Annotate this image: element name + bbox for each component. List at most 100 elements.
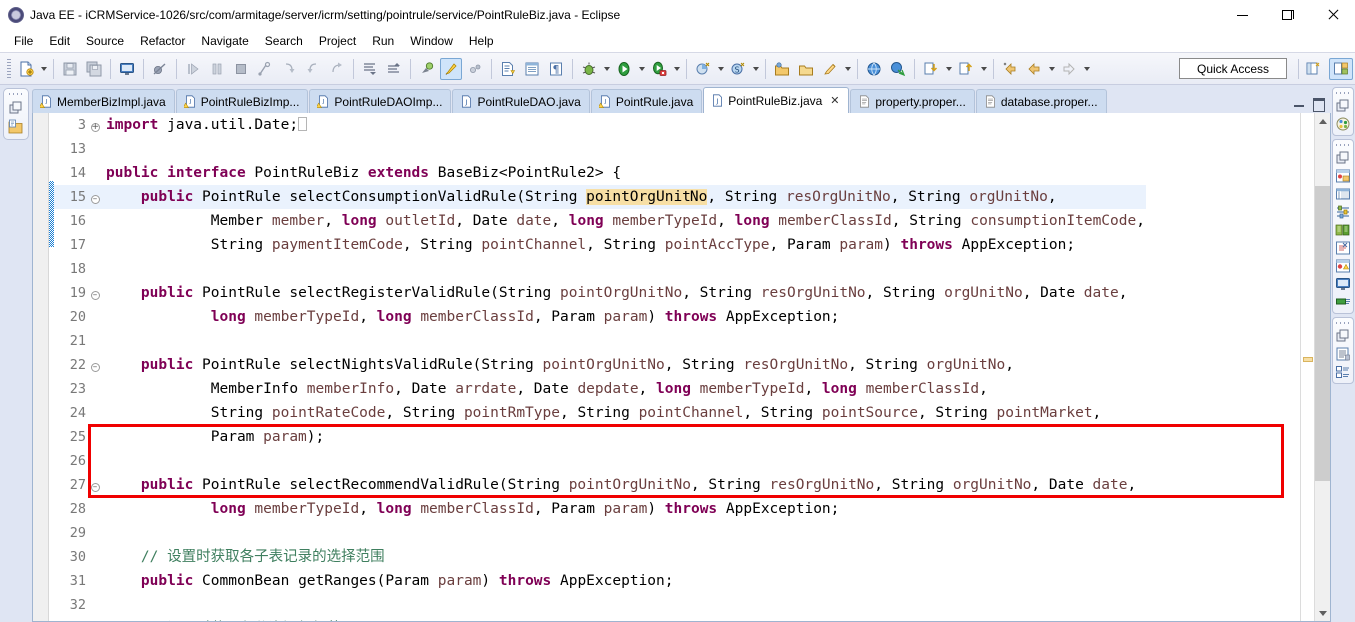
menu-refactor[interactable]: Refactor [132, 32, 193, 50]
open-task-icon[interactable] [795, 58, 817, 80]
code-editor[interactable]: 3 + import java.util.Date; 13 14 public inte… [54, 113, 1300, 621]
code-line[interactable]: 26 [54, 449, 1146, 473]
export-dropdown-icon[interactable] [978, 58, 989, 80]
code-line[interactable]: 18 [54, 257, 1146, 281]
close-button[interactable] [1310, 0, 1355, 30]
code-line[interactable]: 3 + import java.util.Date; [54, 113, 1146, 137]
paragraph-icon[interactable]: ¶ [545, 58, 567, 80]
servers-icon[interactable] [1335, 204, 1351, 220]
code-line[interactable]: 28 long memberTypeId, long memberClassId… [54, 497, 1146, 521]
run-dropdown-icon[interactable] [636, 58, 647, 80]
code-line[interactable]: 13 [54, 137, 1146, 161]
code-line[interactable]: 15– public PointRule selectConsumptionVa… [54, 185, 1146, 209]
code-line[interactable]: 25 Param param); [54, 425, 1146, 449]
next-annotation-icon[interactable] [359, 58, 381, 80]
step-into-icon[interactable] [278, 58, 300, 80]
code-line[interactable]: 22– public PointRule selectNightsValidRu… [54, 353, 1146, 377]
task-list-icon[interactable] [1335, 364, 1351, 380]
data-source-explorer-icon[interactable] [1335, 222, 1351, 238]
debug-icon[interactable] [578, 58, 600, 80]
code-line[interactable]: 21 [54, 329, 1146, 353]
minimize-editor-icon[interactable] [1293, 97, 1306, 110]
previous-annotation-icon[interactable] [383, 58, 405, 80]
editor-marker-gutter[interactable] [33, 113, 49, 621]
debug-dropdown-icon[interactable] [601, 58, 612, 80]
java-ee-perspective-icon[interactable] [1329, 58, 1353, 80]
console-icon[interactable] [116, 58, 138, 80]
code-line[interactable]: 33 // 设置时获取积分资源组织范围 [54, 617, 1146, 621]
menu-project[interactable]: Project [311, 32, 364, 50]
code-line[interactable]: 14 public interface PointRuleBiz extends … [54, 161, 1146, 185]
code-line[interactable]: 24 String pointRateCode, String pointRmT… [54, 401, 1146, 425]
code-line[interactable]: 23 MemberInfo memberInfo, Date arrdate, … [54, 377, 1146, 401]
restore-icon[interactable] [1335, 150, 1351, 166]
editor-tab-pointrulebiz[interactable]: J PointRuleBiz.java ✕ [703, 87, 850, 113]
restore-icon[interactable] [1335, 328, 1351, 344]
menu-edit[interactable]: Edit [41, 32, 78, 50]
fast-view-grip[interactable] [1336, 320, 1350, 326]
outline-icon[interactable] [1335, 346, 1351, 362]
editor-tab-property-properties[interactable]: property.proper... [850, 89, 975, 113]
minimize-button[interactable] [1220, 0, 1265, 30]
code-line[interactable]: 29 [54, 521, 1146, 545]
palette-icon[interactable] [1335, 116, 1351, 132]
new-wizard-dropdown-icon[interactable] [38, 58, 49, 80]
code-line[interactable]: 17 String paymentItemCode, String pointC… [54, 233, 1146, 257]
deploy-icon[interactable] [887, 58, 909, 80]
new-java-file-icon[interactable] [497, 58, 519, 80]
new-wizard-icon[interactable] [15, 58, 37, 80]
editor-tab-pointruledao[interactable]: J PointRuleDAO.java [452, 89, 590, 113]
progress-icon[interactable] [1335, 294, 1351, 310]
search-icon[interactable] [416, 58, 438, 80]
fold-toggle[interactable]: – [88, 473, 102, 497]
fold-toggle[interactable]: – [88, 281, 102, 305]
restore-icon[interactable] [8, 100, 24, 116]
link-icon[interactable] [464, 58, 486, 80]
fast-view-grip[interactable] [1336, 142, 1350, 148]
code-line[interactable]: 16 Member member, long outletId, Date da… [54, 209, 1146, 233]
forward-arrow-icon[interactable] [1058, 58, 1080, 80]
menu-search[interactable]: Search [257, 32, 311, 50]
menu-window[interactable]: Window [402, 32, 461, 50]
fold-toggle[interactable]: – [88, 185, 102, 209]
overview-ruler[interactable] [1300, 113, 1314, 621]
save-icon[interactable] [59, 58, 81, 80]
problems-icon[interactable] [1335, 258, 1351, 274]
export-icon[interactable] [955, 58, 977, 80]
toggle-breakpoint-icon[interactable] [149, 58, 171, 80]
editor-tab-close-icon[interactable]: ✕ [829, 94, 840, 107]
resume-icon[interactable] [182, 58, 204, 80]
run-server-icon[interactable] [648, 58, 670, 80]
properties-icon[interactable] [1335, 186, 1351, 202]
code-line[interactable]: 19– public PointRule selectRegisterValid… [54, 281, 1146, 305]
globe-icon[interactable] [863, 58, 885, 80]
pencil-dropdown-icon[interactable] [842, 58, 853, 80]
toolbar-grip[interactable] [7, 58, 11, 79]
outline-icon[interactable] [521, 58, 543, 80]
menu-help[interactable]: Help [461, 32, 502, 50]
suspend-icon[interactable] [206, 58, 228, 80]
menu-navigate[interactable]: Navigate [193, 32, 256, 50]
profile-icon[interactable]: S [727, 58, 749, 80]
scroll-down-button[interactable] [1315, 605, 1330, 621]
code-line[interactable]: 31 public CommonBean getRanges(Param par… [54, 569, 1146, 593]
step-return-icon[interactable] [326, 58, 348, 80]
editor-vertical-scrollbar[interactable] [1314, 113, 1330, 621]
code-line[interactable]: 27– public PointRule selectRecommendVali… [54, 473, 1146, 497]
back-nav-icon[interactable] [999, 58, 1021, 80]
back-arrow-icon[interactable] [1023, 58, 1045, 80]
pencil-icon[interactable] [819, 58, 841, 80]
fast-view-grip[interactable] [1336, 90, 1350, 96]
snippets-icon[interactable] [1335, 240, 1351, 256]
maximize-editor-icon[interactable] [1312, 97, 1325, 112]
profile-dropdown-icon[interactable] [750, 58, 761, 80]
fold-toggle[interactable]: – [88, 353, 102, 377]
fast-view-grip[interactable] [9, 91, 23, 97]
restore-icon[interactable] [1335, 98, 1351, 114]
project-explorer-icon[interactable] [8, 119, 24, 135]
coverage-dropdown-icon[interactable] [715, 58, 726, 80]
import-icon[interactable] [920, 58, 942, 80]
open-type-icon[interactable] [771, 58, 793, 80]
editor-tab-database-properties[interactable]: database.proper... [975, 89, 1107, 113]
fold-toggle[interactable]: + [88, 113, 102, 137]
